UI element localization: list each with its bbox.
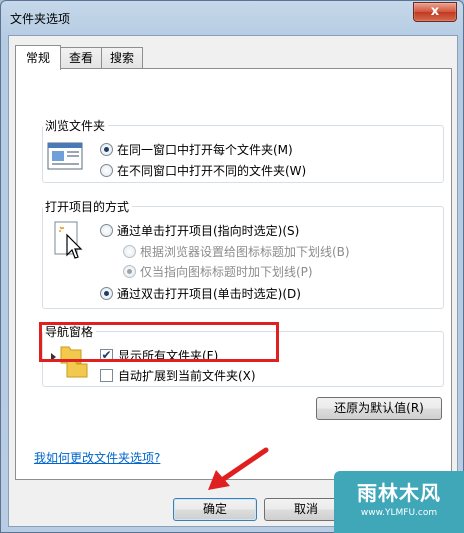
radio-single-click-label: 通过单击打开项目(指向时选定)(S) (117, 224, 300, 238)
help-link[interactable]: 我如何更改文件夹选项? (34, 449, 160, 466)
radio-underline-browser[interactable]: 根据浏览器设置给图标标题加下划线(B) (123, 243, 350, 260)
radio-underline-hover[interactable]: 仅当指向图标标题时加下划线(P) (123, 263, 313, 280)
close-button[interactable]: x (413, 2, 457, 22)
tab-view[interactable]: 查看 (60, 47, 103, 69)
radio-dot[interactable] (100, 164, 113, 177)
browse-folders-icon (47, 142, 83, 170)
ok-button[interactable]: 确定 (173, 498, 257, 521)
radio-dot[interactable] (123, 245, 136, 258)
tab-search[interactable]: 搜索 (101, 47, 144, 69)
checkbox-auto-expand[interactable]: 自动扩展到当前文件夹(X) (100, 367, 256, 384)
radio-new-window[interactable]: 在不同窗口中打开不同的文件夹(W) (100, 162, 306, 179)
highlight-box (39, 322, 279, 362)
radio-dot[interactable] (123, 265, 136, 278)
tab-strip: 常规 查看 搜索 (15, 45, 144, 70)
watermark-title: 雨林木风 (357, 481, 441, 505)
browse-folders-title: 浏览文件夹 (43, 117, 109, 134)
radio-double-click-label: 通过双击打开项目(单击时选定)(D) (117, 287, 301, 301)
checkbox-box[interactable] (100, 369, 113, 382)
click-cursor-icon (54, 221, 83, 259)
radio-same-window[interactable]: 在同一窗口中打开每个文件夹(M) (100, 141, 293, 158)
watermark-logo: 雨林木风 www.YLMFU.com (334, 471, 464, 533)
window-title: 文件夹选项 (10, 12, 71, 26)
radio-dot[interactable] (100, 224, 113, 237)
radio-dot[interactable] (100, 143, 113, 156)
radio-same-window-label: 在同一窗口中打开每个文件夹(M) (117, 143, 293, 157)
radio-double-click[interactable]: 通过双击打开项目(单击时选定)(D) (100, 285, 301, 302)
auto-expand-label: 自动扩展到当前文件夹(X) (118, 369, 256, 383)
radio-single-click[interactable]: 通过单击打开项目(指向时选定)(S) (100, 222, 299, 239)
radio-underline-browser-label: 根据浏览器设置给图标标题加下划线(B) (140, 245, 350, 259)
radio-underline-hover-label: 仅当指向图标标题时加下划线(P) (140, 265, 313, 279)
pointer-arrow-icon (208, 447, 269, 490)
general-tab-panel: 浏览文件夹 在同一窗口中打开每个文件夹(M) 在不同窗口中打开不同的文件夹(W) (15, 68, 452, 480)
open-items-title: 打开项目的方式 (43, 198, 133, 215)
title-bar[interactable]: 文件夹选项 x (1, 1, 463, 35)
radio-dot[interactable] (100, 287, 113, 300)
restore-defaults-button[interactable]: 还原为默认值(R) (316, 397, 442, 420)
tab-general[interactable]: 常规 (15, 45, 62, 70)
watermark-url: www.YLMFU.com (360, 508, 438, 518)
radio-new-window-label: 在不同窗口中打开不同的文件夹(W) (117, 164, 307, 178)
